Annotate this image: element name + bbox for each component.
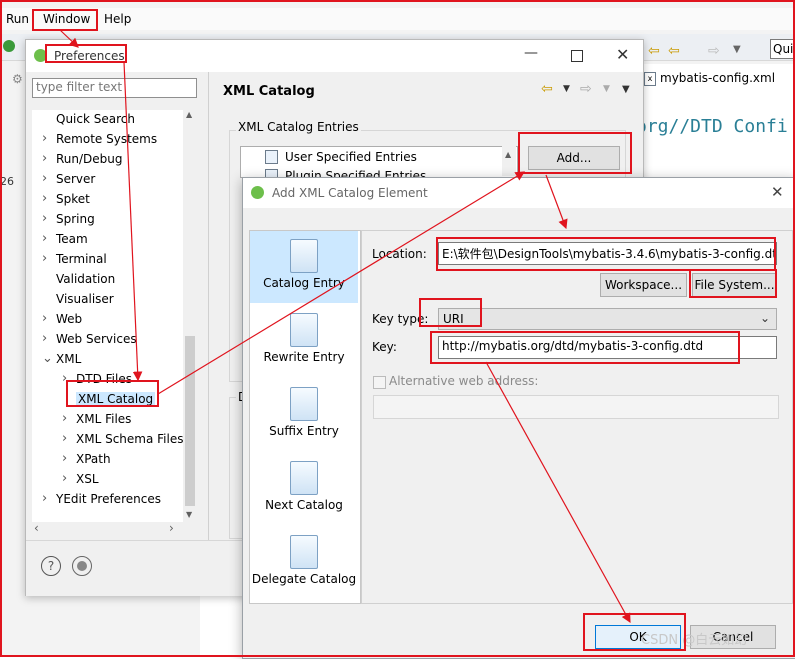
arrow-xmlcatalog-to-add [157, 171, 526, 395]
arrow-key-to-ok [485, 361, 631, 624]
annotation-arrows [59, 29, 631, 624]
arrow-add-to-location [545, 174, 568, 230]
arrow-window-to-preferences [59, 29, 79, 48]
arrow-preferences-to-xmlcatalog [123, 61, 143, 382]
